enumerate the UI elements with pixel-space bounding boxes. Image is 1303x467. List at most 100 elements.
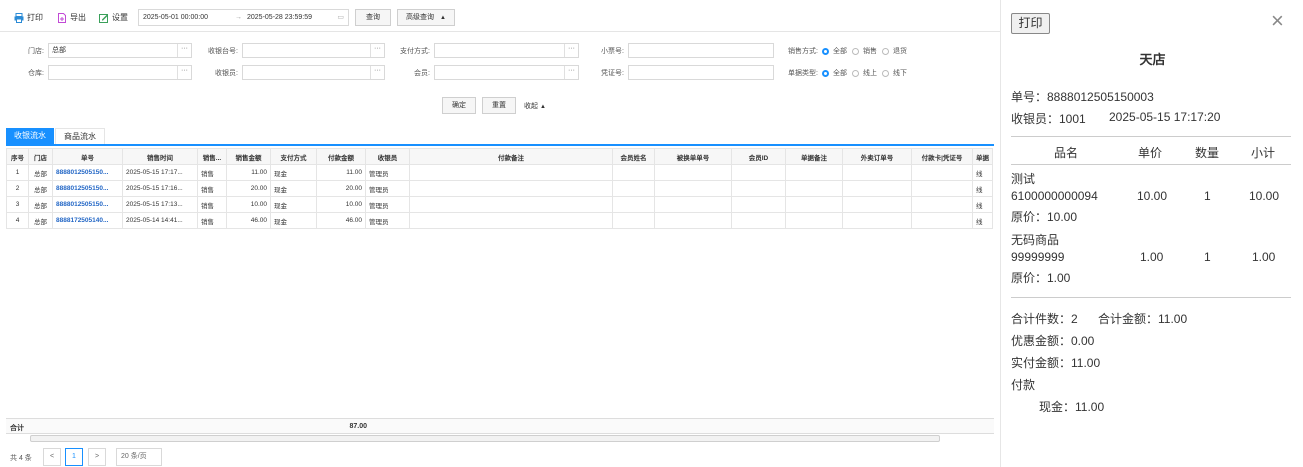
column-header[interactable]: 门店 [28, 148, 53, 165]
table-row[interactable]: 3 总部 8888012505150... 2025-05-15 17:13... 销售… [6, 196, 993, 213]
table-row[interactable]: 4 总部 8888172505140... 2025-05-14 14:41... 销售… [6, 212, 993, 229]
table-cell: 10.00 [226, 196, 271, 213]
sale-mode-return[interactable]: 退货 [882, 46, 907, 56]
advanced-query-label: 高级查询 [406, 14, 435, 21]
tab-product-flow[interactable]: 商品流水 [55, 128, 105, 144]
current-page[interactable]: 1 [65, 448, 83, 466]
divider [1011, 164, 1291, 165]
receipt-time: 2025-05-15 17:17:20 [1109, 110, 1221, 124]
column-header[interactable]: 会员姓名 [612, 148, 655, 165]
order-number-link[interactable]: 8888012505150... [52, 196, 123, 213]
confirm-button[interactable]: 确定 [442, 97, 476, 114]
warehouse-picker-button[interactable]: ··· [177, 66, 191, 79]
sale-mode-all[interactable]: 全部 [822, 46, 847, 56]
collapse-label: 收起 [524, 103, 538, 110]
doc-type-all[interactable]: 全部 [822, 68, 847, 78]
settings-label: 设置 [112, 13, 128, 22]
settings-button[interactable]: 设置 [99, 10, 128, 26]
print-button[interactable]: 打印 [14, 10, 43, 26]
cashier-flow-table: 序号 门店 单号 销售时间 销售... 销售金额 支付方式 付款金额 收银员 付款备注 会员姓名 被换… [6, 148, 993, 229]
advanced-query-button[interactable]: 高级查询 ▲ [397, 9, 455, 26]
discount-amount: 优惠金额：0.00 [1011, 334, 1095, 348]
register-input[interactable]: ··· [242, 43, 385, 58]
column-header[interactable]: 付款卡|凭证号 [911, 148, 973, 165]
column-header[interactable]: 收银员 [365, 148, 410, 165]
item-qty: 1 [1204, 250, 1211, 264]
payment-picker-button[interactable]: ··· [564, 44, 578, 57]
sale-mode-sale[interactable]: 销售 [852, 46, 877, 56]
voucher-input[interactable] [628, 65, 774, 80]
doc-type-online[interactable]: 线上 [852, 68, 877, 78]
warehouse-label: 仓库: [28, 70, 44, 77]
export-button[interactable]: 导出 [57, 10, 86, 26]
query-button[interactable]: 查询 [355, 9, 391, 26]
order-number-link[interactable]: 8888012505150... [52, 164, 123, 181]
column-header[interactable]: 单号 [52, 148, 123, 165]
store-picker-button[interactable]: ··· [177, 44, 191, 57]
cashier-input[interactable]: ··· [242, 65, 385, 80]
payment-method-input[interactable]: ··· [434, 43, 579, 58]
column-header[interactable]: 付款金额 [316, 148, 366, 165]
printer-icon [14, 13, 24, 23]
caret-up-icon: ▲ [539, 104, 546, 110]
edit-settings-icon [99, 13, 109, 23]
register-picker-button[interactable]: ··· [370, 44, 384, 57]
column-header[interactable]: 外卖订单号 [842, 148, 912, 165]
receipt-preview-panel: 打印 × 天店 单号：8888012505150003 收银员：1001 202… [1000, 0, 1303, 467]
sale-mode-all-label: 全部 [833, 48, 847, 55]
member-picker-button[interactable]: ··· [564, 66, 578, 79]
col-subtotal-header: 小计 [1251, 146, 1276, 160]
reset-button[interactable]: 重置 [482, 97, 516, 114]
date-separator: → [235, 14, 242, 21]
member-input[interactable]: ··· [434, 65, 579, 80]
table-cell: 1 [6, 164, 29, 181]
radio-checked-icon [822, 69, 829, 77]
table-cell [785, 196, 843, 213]
table-cell [654, 212, 732, 229]
ticket-input[interactable] [628, 43, 774, 58]
ticket-label: 小票号: [601, 48, 624, 55]
table-cell: 销售 [197, 212, 227, 229]
doc-type-online-label: 线上 [863, 70, 877, 77]
column-header[interactable]: 单据备注 [785, 148, 843, 165]
close-icon[interactable]: × [1271, 9, 1284, 33]
member-label: 会员: [414, 70, 430, 77]
table-cell [612, 180, 655, 197]
doc-type-offline[interactable]: 线下 [882, 68, 907, 78]
radio-icon [882, 69, 889, 77]
date-range-picker[interactable]: 2025-05-01 00:00:00 → 2025-05-28 23:59:5… [138, 9, 349, 26]
date-start: 2025-05-01 00:00:00 [143, 14, 208, 21]
order-number-link[interactable]: 8888172505140... [52, 212, 123, 229]
print-label: 打印 [27, 13, 43, 22]
table-cell: 管理员 [365, 196, 410, 213]
column-header[interactable]: 会员ID [731, 148, 786, 165]
column-header[interactable]: 付款备注 [409, 148, 613, 165]
store-title: 天店 [1139, 52, 1166, 67]
page-size-select[interactable]: 20 条/页 [116, 448, 162, 466]
order-number-link[interactable]: 8888012505150... [52, 180, 123, 197]
table-row[interactable]: 1 总部 8888012505150... 2025-05-15 17:17... 销售… [6, 164, 993, 181]
order-number: 单号：8888012505150003 [1011, 90, 1154, 104]
tab-cashier-flow[interactable]: 收银流水 [6, 128, 54, 144]
collapse-toggle[interactable]: 收起 ▲ [524, 101, 546, 111]
table-cell [842, 212, 912, 229]
receipt-print-button[interactable]: 打印 [1011, 13, 1050, 34]
column-header[interactable]: 被换单单号 [654, 148, 732, 165]
column-header[interactable]: 支付方式 [270, 148, 317, 165]
table-cell [731, 196, 786, 213]
sale-mode-sale-label: 销售 [863, 48, 877, 55]
store-input[interactable]: 总部 ··· [48, 43, 192, 58]
horizontal-scrollbar[interactable] [30, 435, 940, 442]
column-header[interactable]: 销售... [197, 148, 227, 165]
item-subtotal: 10.00 [1249, 189, 1280, 203]
table-cell [612, 212, 655, 229]
column-header[interactable]: 单据 [972, 148, 993, 165]
next-page-button[interactable]: > [88, 448, 106, 466]
column-header[interactable]: 销售金额 [226, 148, 271, 165]
cashier-picker-button[interactable]: ··· [370, 66, 384, 79]
column-header[interactable]: 序号 [6, 148, 29, 165]
prev-page-button[interactable]: < [43, 448, 61, 466]
column-header[interactable]: 销售时间 [122, 148, 198, 165]
table-row[interactable]: 2 总部 8888012505150... 2025-05-15 17:16... 销售… [6, 180, 993, 197]
warehouse-input[interactable]: ··· [48, 65, 192, 80]
